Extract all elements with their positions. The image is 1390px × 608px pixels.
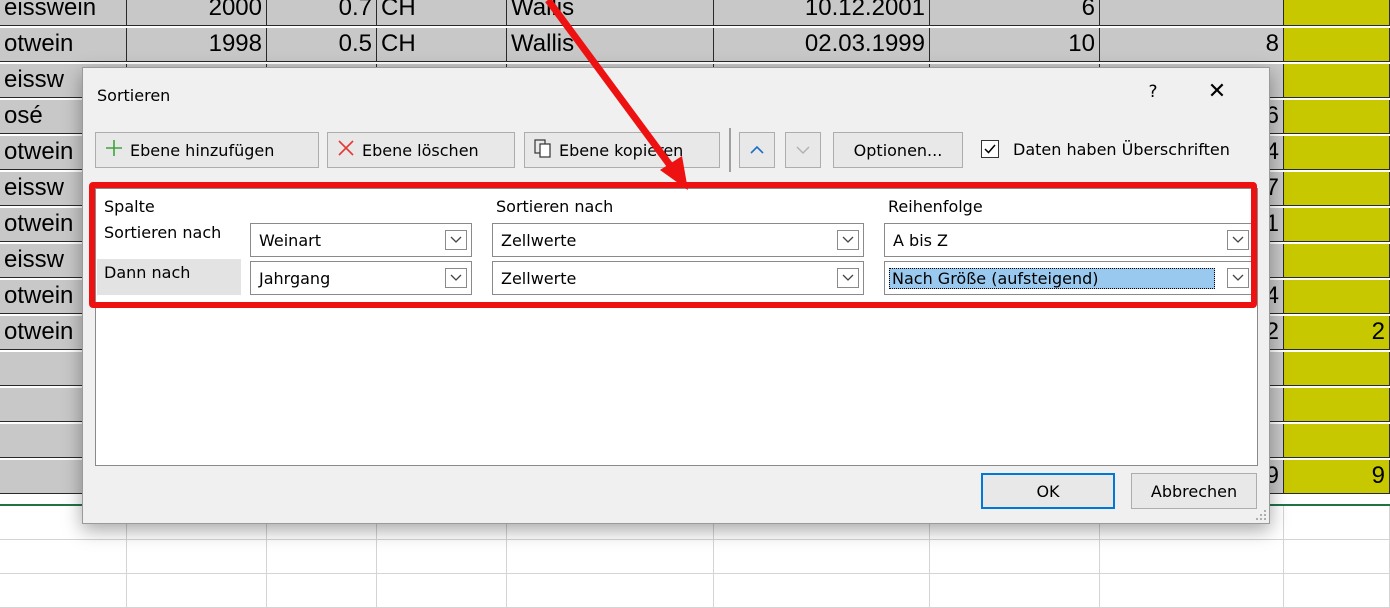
annotation-arrow	[545, 0, 688, 190]
